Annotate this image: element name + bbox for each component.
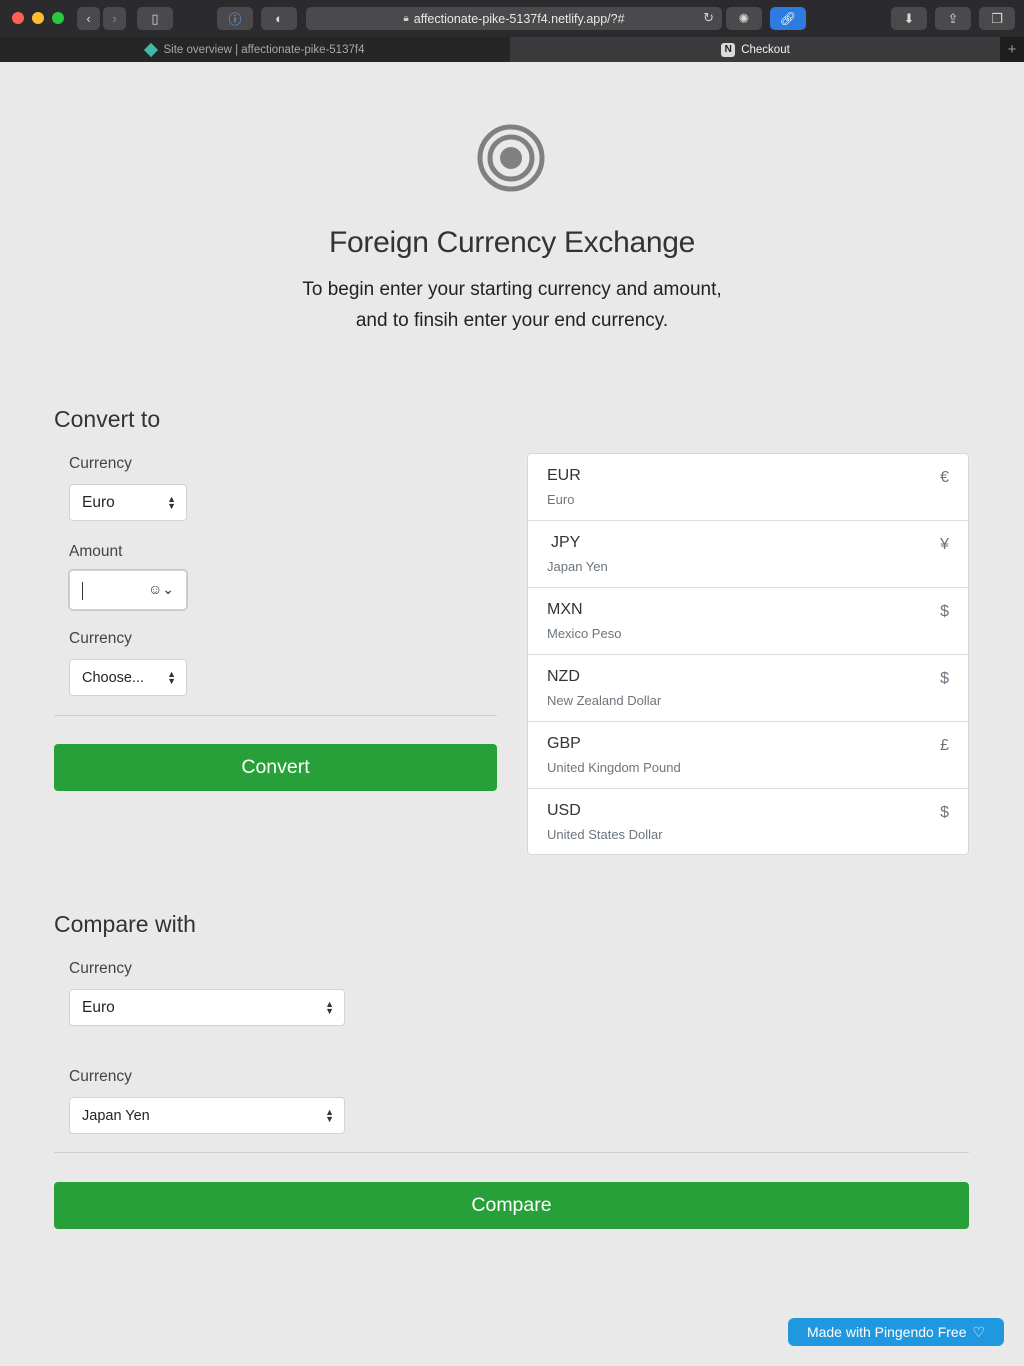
- badge-label: Made with Pingendo Free: [806, 1324, 967, 1340]
- address-bar[interactable]: 🔒︎ affectionate-pike-5137f4.netlify.app/…: [306, 7, 722, 30]
- url-text: affectionate-pike-5137f4.netlify.app/?#: [413, 11, 625, 26]
- convert-currency-label-2: Currency: [69, 630, 132, 647]
- currency-name: Japan Yen: [547, 559, 608, 574]
- selected-value: Euro: [82, 493, 115, 511]
- selected-value: Euro: [82, 998, 115, 1016]
- selected-value: Japan Yen: [82, 1107, 150, 1124]
- text-caret: [82, 582, 83, 600]
- netlify-diamond-icon: [143, 42, 158, 57]
- compare-divider: [54, 1152, 969, 1153]
- privacy-shield-button[interactable]: ◐: [261, 7, 297, 30]
- list-item[interactable]: GBP United Kingdom Pound £: [528, 722, 968, 789]
- pingendo-badge-link[interactable]: Made with Pingendo Free ♡: [788, 1318, 1004, 1346]
- convert-section-title: Convert to: [54, 406, 161, 432]
- compare-second-currency-select[interactable]: Japan Yen ▲ ▼: [69, 1097, 345, 1134]
- convert-button[interactable]: Convert: [54, 744, 497, 791]
- back-button[interactable]: ‹: [77, 7, 100, 30]
- selected-value: Choose...: [82, 669, 145, 686]
- notion-icon: N: [721, 42, 736, 57]
- tab-label: Site overview | affectionate-pike-5137f4: [163, 43, 365, 56]
- subtitle-line-2: and to finsih enter your end currency.: [355, 310, 669, 331]
- list-item[interactable]: EUR Euro €: [528, 454, 968, 521]
- shield-icon: ◐: [275, 11, 283, 26]
- link-icon: 🔗︎: [779, 10, 797, 26]
- select-arrows-icon: ▲ ▼: [167, 668, 176, 686]
- autofill-contact-icon[interactable]: ☺⌄: [148, 581, 174, 598]
- currency-symbol: $: [940, 804, 949, 821]
- list-item[interactable]: USD United States Dollar $: [528, 789, 968, 856]
- chevron-left-icon: ‹: [86, 11, 91, 26]
- convert-to-currency-select[interactable]: Choose... ▲ ▼: [69, 659, 187, 696]
- link-extension-button[interactable]: 🔗︎: [770, 7, 806, 30]
- password-manager-icon: ⓘ: [228, 12, 242, 27]
- currency-code: USD: [547, 802, 581, 819]
- extension-button[interactable]: ✺: [726, 7, 762, 30]
- amount-input[interactable]: ☺⌄: [69, 570, 187, 610]
- list-item[interactable]: JPY Japan Yen ¥: [528, 521, 968, 588]
- list-item[interactable]: MXN Mexico Peso $: [528, 588, 968, 655]
- list-item[interactable]: NZD New Zealand Dollar $: [528, 655, 968, 722]
- subtitle-line-1: To begin enter your starting currency an…: [302, 279, 722, 300]
- tab-label: Checkout: [741, 43, 790, 56]
- share-icon: ⇪: [947, 10, 959, 26]
- new-tab-button[interactable]: +: [1000, 37, 1024, 62]
- download-icon: ⬇: [903, 10, 915, 26]
- currency-name: United Kingdom Pound: [547, 760, 681, 775]
- sidebar-toggle-button[interactable]: ▯: [137, 7, 173, 30]
- compare-currency-label-1: Currency: [69, 960, 132, 977]
- tab-site-overview[interactable]: Site overview | affectionate-pike-5137f4: [0, 37, 511, 62]
- browser-toolbar: ‹ › ▯ ⓘ ◐ 🔒︎ affectionate-pike-5137f4.ne…: [0, 0, 1024, 37]
- tab-bar: Site overview | affectionate-pike-5137f4…: [0, 37, 1024, 62]
- plus-icon: +: [1007, 41, 1017, 58]
- currency-code: MXN: [547, 601, 583, 618]
- forward-button[interactable]: ›: [103, 7, 126, 30]
- currency-name: New Zealand Dollar: [547, 693, 662, 708]
- currency-code: NZD: [547, 668, 580, 685]
- currency-symbol: €: [940, 469, 949, 486]
- currency-name: Euro: [547, 492, 575, 507]
- tab-overview-button[interactable]: ❐: [979, 7, 1015, 30]
- tabs-icon: ❐: [991, 10, 1003, 26]
- currency-name: United States Dollar: [547, 827, 663, 842]
- convert-from-currency-select[interactable]: Euro ▲ ▼: [69, 484, 187, 521]
- close-window-button[interactable]: [12, 12, 24, 24]
- reload-icon[interactable]: ↻: [703, 10, 714, 26]
- currency-name: Mexico Peso: [547, 626, 622, 641]
- pingendo-logo-icon: ♡: [972, 1323, 986, 1340]
- currency-code: EUR: [547, 467, 581, 484]
- select-arrows-icon: ▲ ▼: [325, 1106, 334, 1124]
- select-arrows-icon: ▲ ▼: [167, 493, 176, 511]
- chevron-right-icon: ›: [112, 11, 117, 26]
- extension-gear-icon: ✺: [738, 10, 750, 26]
- page-title: Foreign Currency Exchange: [328, 226, 696, 259]
- select-arrows-icon: ▲ ▼: [325, 998, 334, 1016]
- share-button[interactable]: ⇪: [935, 7, 971, 30]
- currency-symbol: ¥: [940, 536, 949, 553]
- convert-currency-label-1: Currency: [69, 455, 132, 472]
- compare-button[interactable]: Compare: [54, 1182, 969, 1229]
- convert-divider: [54, 715, 497, 716]
- zoom-window-button[interactable]: [52, 12, 64, 24]
- minimize-window-button[interactable]: [32, 12, 44, 24]
- compare-currency-label-2: Currency: [69, 1068, 132, 1085]
- currency-symbol: $: [940, 670, 949, 687]
- currency-code: GBP: [547, 735, 581, 752]
- currency-symbol: $: [940, 603, 949, 620]
- sidebar-icon: ▯: [151, 10, 159, 26]
- amount-label: Amount: [69, 543, 123, 560]
- currency-code: JPY: [551, 534, 581, 551]
- downloads-button[interactable]: ⬇: [891, 7, 927, 30]
- compare-section-title: Compare with: [54, 911, 196, 937]
- compare-first-currency-select[interactable]: Euro ▲ ▼: [69, 989, 345, 1026]
- tab-checkout[interactable]: N Checkout: [511, 37, 1000, 62]
- lock-icon: 🔒︎: [403, 13, 409, 24]
- page-subtitle: To begin enter your starting currency an…: [0, 274, 1024, 336]
- password-manager-button[interactable]: ⓘ: [217, 7, 253, 30]
- currency-list: EUR Euro € JPY Japan Yen ¥ MXN Mexico Pe…: [527, 453, 969, 855]
- currency-symbol: £: [940, 737, 949, 754]
- target-logo-icon: [477, 124, 545, 192]
